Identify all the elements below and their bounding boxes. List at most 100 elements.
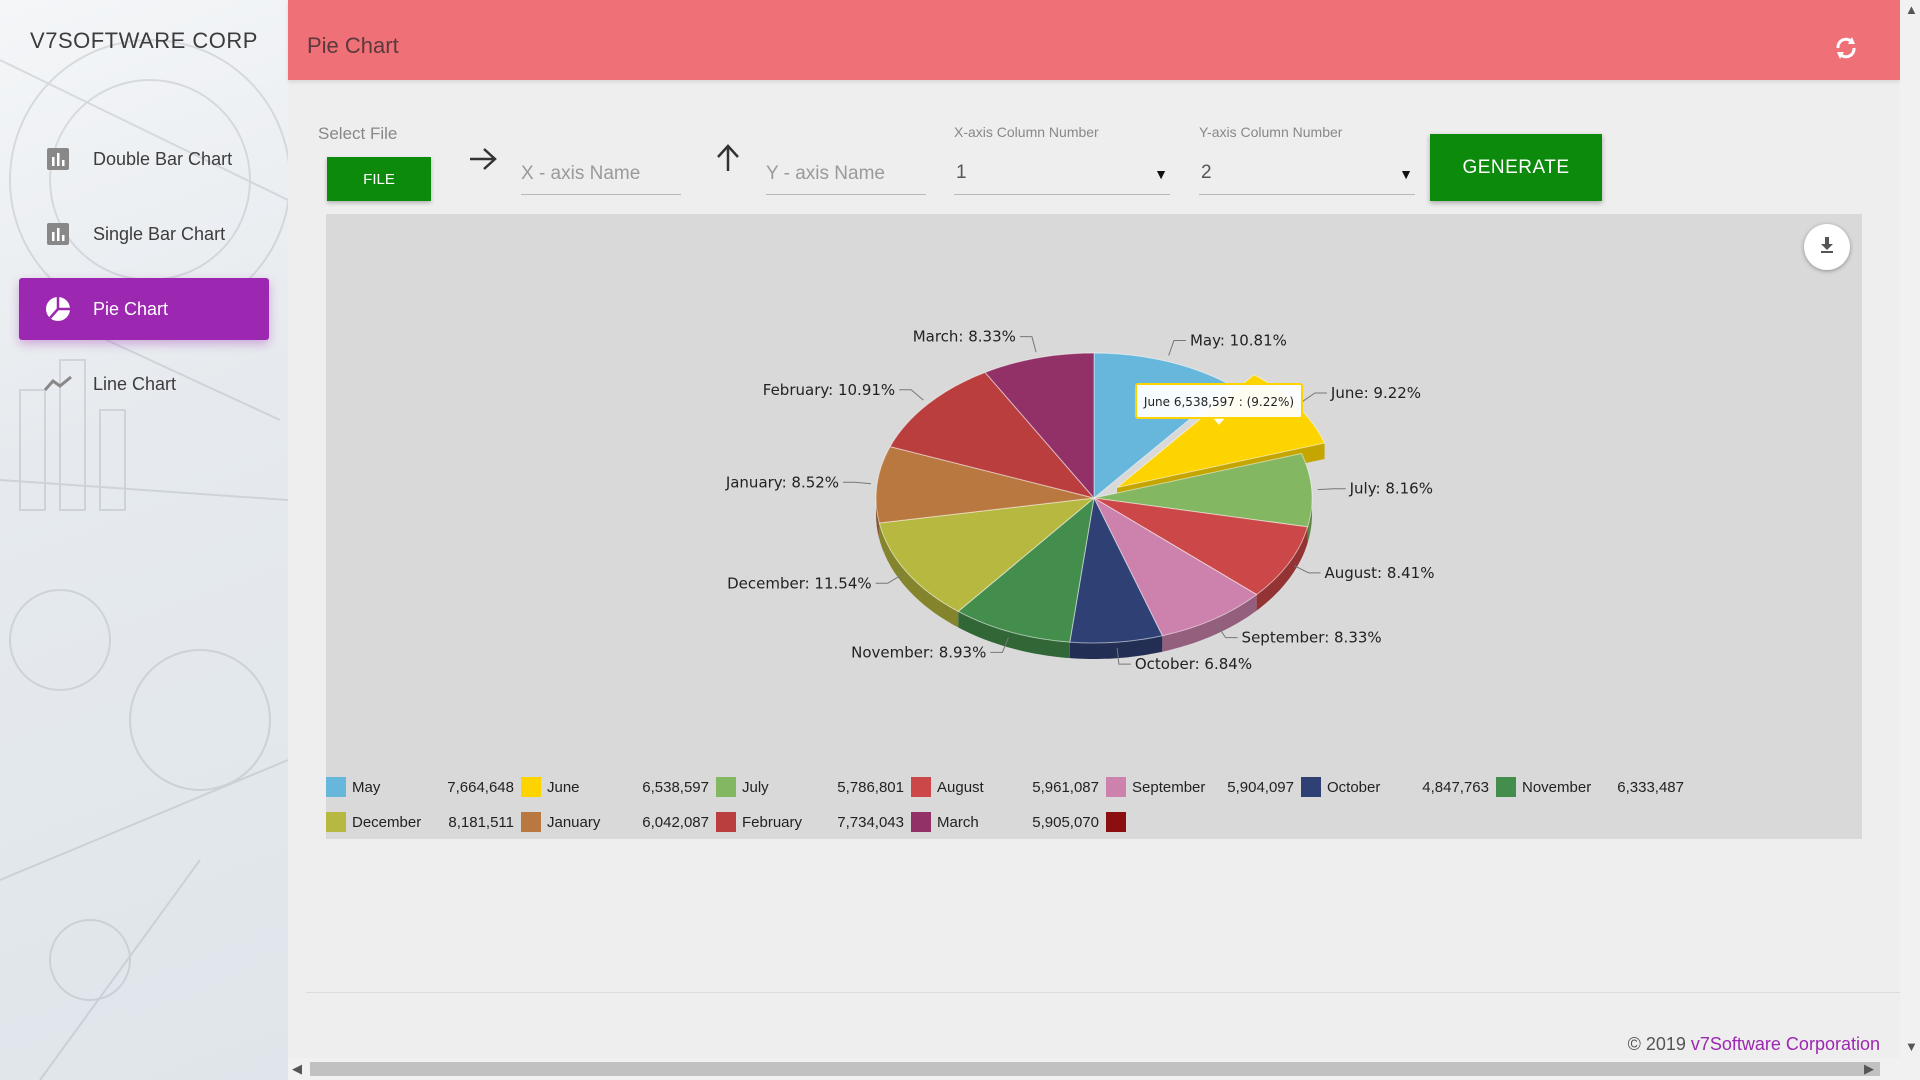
pie-chart: May: 10.81% June: 9.22% July: 8.16% August:…	[725, 328, 1435, 673]
company-link[interactable]: v7Software Corporation	[1691, 1034, 1880, 1054]
legend-swatch	[911, 812, 931, 832]
pie-slice-label: December: 11.54%	[727, 574, 872, 592]
label-leader-line	[899, 389, 924, 401]
main-content: Pie Chart Select File FILE X-axis Column…	[288, 0, 1900, 1080]
legend-value: 7,664,648	[447, 778, 514, 796]
sidebar-nav: Double Bar Chart Single Bar Chart Pie Ch…	[19, 128, 269, 428]
scroll-down-icon[interactable]: ▼	[1905, 1039, 1918, 1054]
legend-swatch	[326, 812, 346, 832]
legend-label: November	[1522, 778, 1592, 796]
legend-label: July	[742, 778, 769, 796]
download-icon	[1819, 236, 1835, 259]
label-leader-line	[1168, 340, 1186, 356]
refresh-icon[interactable]	[1832, 34, 1860, 62]
sidebar-item-single-bar-chart[interactable]: Single Bar Chart	[19, 203, 269, 265]
pie-slice-label: March: 8.33%	[913, 328, 1016, 346]
legend-value: 5,905,070	[1032, 813, 1099, 831]
legend-item[interactable]: September 5,904,097	[1106, 776, 1294, 798]
scroll-right-icon[interactable]: ▶	[1864, 1061, 1874, 1077]
x-axis-name-input[interactable]	[521, 154, 681, 195]
tooltip-text: June 6,538,597 : (9.22%)	[1143, 395, 1294, 409]
pie-slice-label: February: 10.91%	[763, 381, 895, 399]
pie-slice-label: November: 8.93%	[851, 643, 986, 661]
legend-value: 5,786,801	[837, 778, 904, 796]
bar-chart-icon	[41, 142, 75, 176]
legend-item[interactable]: March 5,905,070	[911, 811, 1099, 833]
legend-label: June	[547, 778, 580, 796]
bar-chart-icon	[41, 217, 75, 251]
legend-label: September	[1132, 778, 1206, 796]
scroll-up-icon[interactable]: ▲	[1905, 2, 1918, 17]
legend-item[interactable]: May 7,664,648	[326, 776, 514, 798]
legend-label: March	[937, 813, 979, 831]
sidebar-item-double-bar-chart[interactable]: Double Bar Chart	[19, 128, 269, 190]
select-file-label: Select File	[318, 124, 398, 143]
scroll-left-icon[interactable]: ◀	[292, 1061, 302, 1077]
footer-divider	[306, 992, 1900, 993]
x-column-label: X-axis Column Number	[954, 124, 1099, 140]
legend-item[interactable]: July 5,786,801	[716, 776, 904, 798]
x-column-value: 1	[956, 162, 967, 183]
legend-value: 5,904,097	[1227, 778, 1294, 796]
legend-swatch	[521, 812, 541, 832]
label-leader-line	[1294, 565, 1321, 574]
vertical-scrollbar[interactable]: ▲ ▼	[1900, 0, 1920, 1080]
legend-swatch	[326, 777, 346, 797]
generate-button[interactable]: GENERATE	[1430, 134, 1602, 201]
x-column-select[interactable]: 1 ▼	[954, 156, 1170, 195]
legend-item[interactable]: October 4,847,763	[1301, 776, 1489, 798]
legend-label: October	[1327, 778, 1381, 796]
legend-value: 6,042,087	[642, 813, 709, 831]
legend-value: 4,847,763	[1422, 778, 1489, 796]
legend-swatch	[1496, 777, 1516, 797]
chart-panel: May: 10.81% June: 9.22% July: 8.16% August:…	[326, 214, 1862, 839]
line-chart-icon	[41, 367, 75, 401]
sidebar: V7SOFTWARE CORP Double Bar Chart Single …	[0, 0, 288, 1080]
pie-slice-label: May: 10.81%	[1190, 332, 1287, 350]
legend-item[interactable]	[1106, 811, 1294, 833]
legend-swatch	[1106, 777, 1126, 797]
legend-item[interactable]: January 6,042,087	[521, 811, 709, 833]
sidebar-item-label: Double Bar Chart	[93, 148, 233, 169]
pie-slice-label: July: 8.16%	[1349, 480, 1433, 498]
label-leader-line	[1301, 392, 1327, 403]
brand-title: V7SOFTWARE CORP	[30, 28, 258, 53]
legend-swatch	[1301, 777, 1321, 797]
chevron-down-icon: ▼	[1399, 166, 1413, 182]
legend-swatch	[521, 777, 541, 797]
sidebar-item-pie-chart[interactable]: Pie Chart	[19, 278, 269, 340]
legend-label: May	[352, 778, 381, 796]
y-axis-name-input[interactable]	[766, 154, 926, 195]
legend-item[interactable]: June 6,538,597	[521, 776, 709, 798]
legend-label: December	[352, 813, 422, 831]
legend-item[interactable]: December 8,181,511	[326, 811, 514, 833]
legend-label: February	[742, 813, 803, 831]
legend-swatch	[716, 777, 736, 797]
y-column-value: 2	[1201, 162, 1212, 183]
pie-slice-label: August: 8.41%	[1325, 564, 1435, 582]
pie-slice-label: September: 8.33%	[1242, 629, 1382, 647]
legend-value: 5,961,087	[1032, 778, 1099, 796]
horizontal-scrollbar[interactable]: ◀ ▶	[288, 1058, 1900, 1080]
y-column-select[interactable]: 2 ▼	[1199, 156, 1415, 195]
download-button[interactable]	[1804, 224, 1850, 270]
legend-label: January	[547, 813, 601, 831]
sidebar-item-label: Single Bar Chart	[93, 223, 226, 244]
file-button[interactable]: FILE	[327, 157, 431, 201]
sidebar-item-line-chart[interactable]: Line Chart	[19, 353, 269, 415]
copyright-text: © 2019	[1627, 1034, 1691, 1054]
legend-swatch	[911, 777, 931, 797]
sidebar-item-label: Line Chart	[93, 373, 177, 394]
legend-item[interactable]: February 7,734,043	[716, 811, 904, 833]
pie-slice-label: June: 9.22%	[1330, 384, 1421, 402]
scroll-thumb[interactable]	[310, 1062, 1880, 1076]
legend-value: 6,538,597	[642, 778, 709, 796]
y-column-label: Y-axis Column Number	[1199, 124, 1343, 140]
pie-chart-icon	[41, 292, 75, 326]
pie-slice-label: October: 6.84%	[1135, 655, 1252, 673]
label-leader-line	[1317, 488, 1346, 491]
pie-slice-label: January: 8.52%	[725, 473, 839, 491]
legend-item[interactable]: August 5,961,087	[911, 776, 1099, 798]
arrow-up-icon	[715, 143, 741, 178]
legend-item[interactable]: November 6,333,487	[1496, 776, 1684, 798]
